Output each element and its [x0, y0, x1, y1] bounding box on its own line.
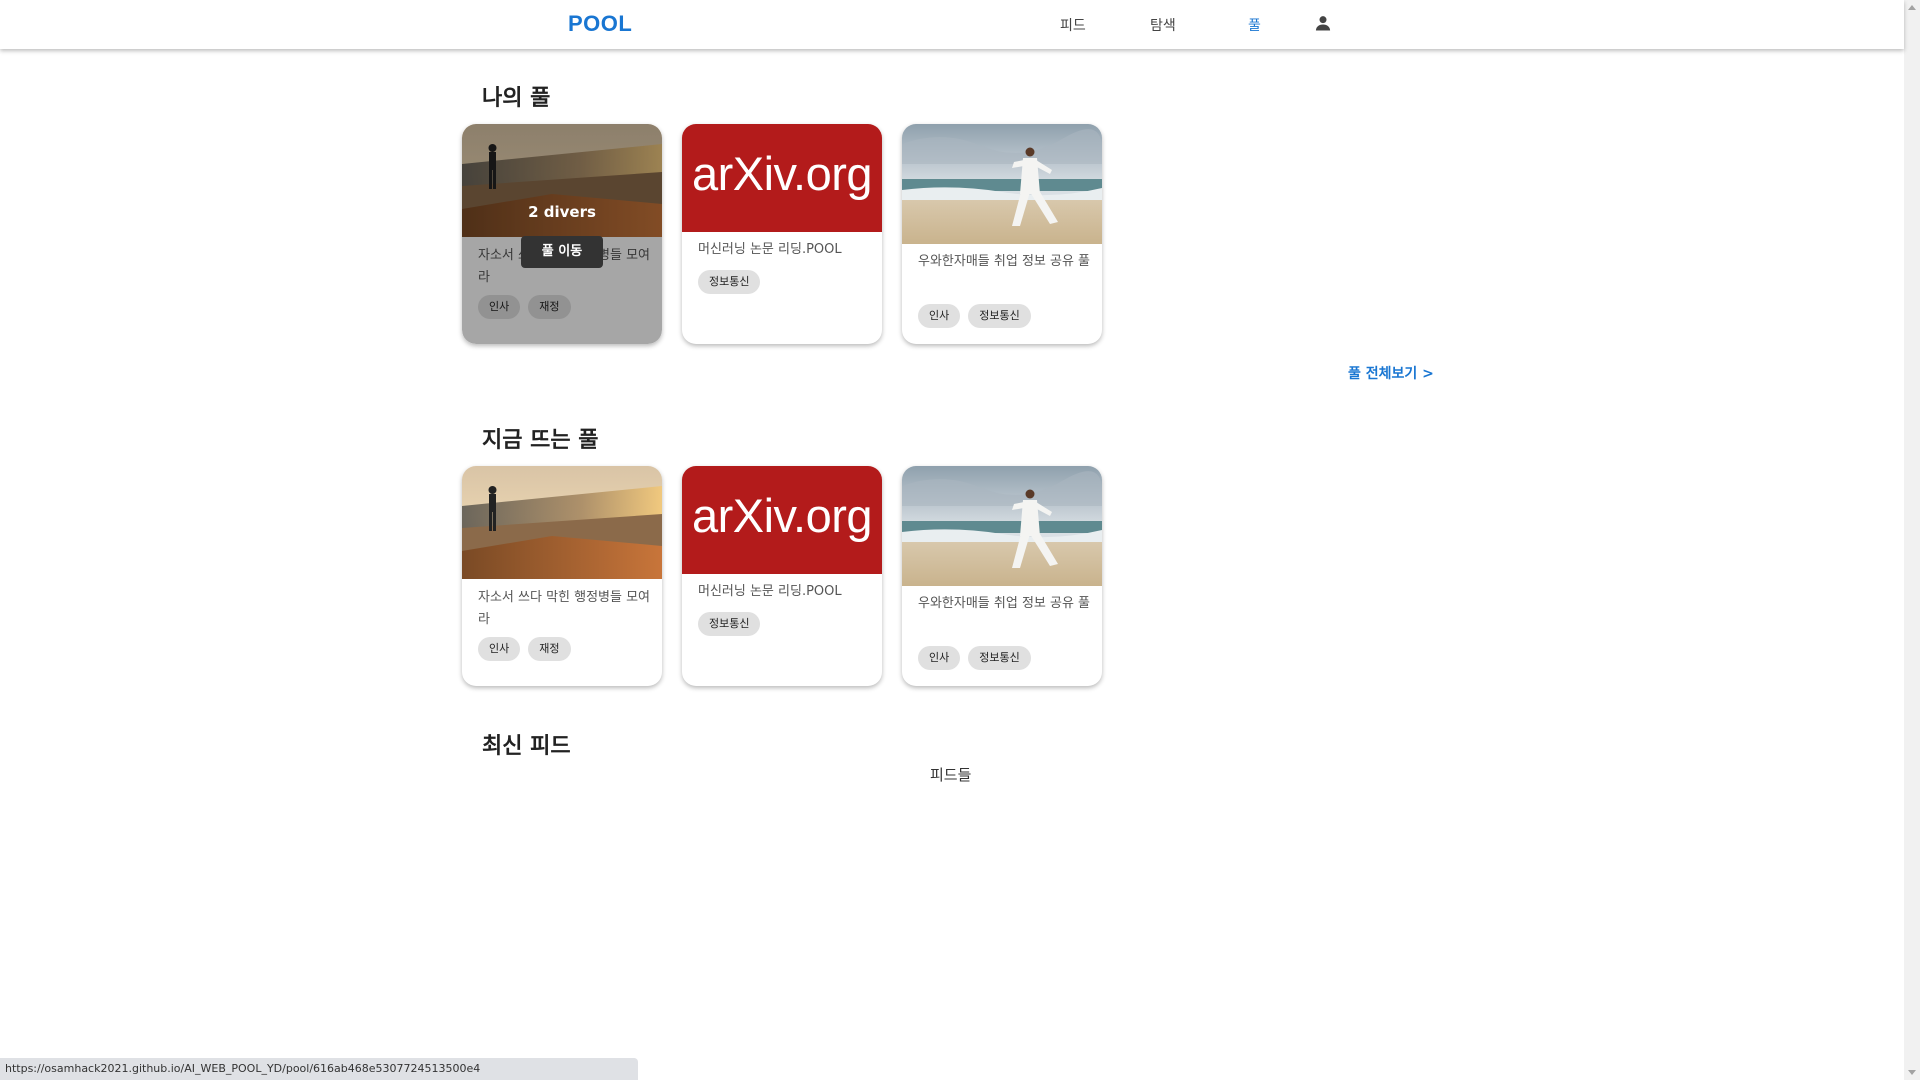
feed-placeholder-text: 피드들: [930, 766, 972, 784]
see-all-pools-link[interactable]: 풀 전체보기 >: [1348, 363, 1434, 383]
pool-move-button[interactable]: 풀 이동: [521, 236, 603, 268]
beach-taichi-photo: [902, 124, 1102, 244]
pool-card-tags: 정보통신: [698, 612, 761, 636]
pool-logo[interactable]: POOL: [568, 11, 632, 37]
pool-card[interactable]: arXiv.org 머신러닝 논문 리딩.POOL 정보통신: [682, 466, 882, 686]
pool-card-tags: 인사 정보통신: [918, 646, 1031, 670]
top-app-bar: POOL 피드 탐색 풀: [0, 0, 1904, 49]
pool-card-title: 머신러닝 논문 리딩.POOL: [698, 242, 842, 257]
pool-card[interactable]: 자소서 쓰다 막힌 행정병들 모여라 인사 재정 2 divers 풀 이동: [462, 124, 662, 344]
tag-chip[interactable]: 정보통신: [968, 646, 1031, 670]
tag-chip[interactable]: 인사: [478, 637, 521, 661]
pool-card-tags: 인사 정보통신: [918, 304, 1031, 328]
nav-feed[interactable]: 피드: [1060, 15, 1086, 35]
link-status-bar: https://osamhack2021.github.io/AI_WEB_PO…: [0, 1058, 638, 1080]
arxiv-logo-text: arXiv.org: [691, 489, 873, 542]
pool-card[interactable]: 우와한자매들 취업 정보 공유 풀 인사 정보통신: [902, 466, 1102, 686]
pool-card-tags: 인사 재정: [478, 637, 571, 661]
pool-card[interactable]: arXiv.org 머신러닝 논문 리딩.POOL 정보통신: [682, 124, 882, 344]
person-icon[interactable]: [1313, 13, 1333, 33]
pool-card[interactable]: 자소서 쓰다 막힌 행정병들 모여라 인사 재정: [462, 466, 662, 686]
beach-taichi-photo: [902, 466, 1102, 586]
arxiv-logo-text: arXiv.org: [691, 147, 873, 200]
tag-chip[interactable]: 인사: [918, 304, 961, 328]
vertical-scrollbar[interactable]: [1904, 0, 1920, 1080]
scroll-down-arrow-icon[interactable]: [1908, 1070, 1916, 1075]
arxiv-logo: arXiv.org: [682, 124, 882, 232]
nav-pool[interactable]: 풀: [1248, 15, 1261, 35]
pool-card-title: 우와한자매들 취업 정보 공유 풀: [918, 254, 1091, 269]
tag-chip[interactable]: 정보통신: [698, 270, 761, 294]
coastline-sunset-photo: [462, 466, 662, 579]
trending-pools-title: 지금 뜨는 풀: [482, 428, 599, 453]
hover-overlay: [462, 124, 662, 344]
tag-chip[interactable]: 인사: [918, 646, 961, 670]
tag-chip[interactable]: 정보통신: [698, 612, 761, 636]
pool-card-title: 우와한자매들 취업 정보 공유 풀: [918, 596, 1091, 611]
nav-explore[interactable]: 탐색: [1150, 15, 1176, 35]
pool-card[interactable]: 우와한자매들 취업 정보 공유 풀 인사 정보통신: [902, 124, 1102, 344]
tag-chip[interactable]: 정보통신: [968, 304, 1031, 328]
scroll-up-arrow-icon[interactable]: [1908, 5, 1916, 10]
pool-card-title: 자소서 쓰다 막힌 행정병들 모여라: [478, 590, 651, 627]
arxiv-logo: arXiv.org: [682, 466, 882, 574]
tag-chip[interactable]: 재정: [528, 637, 571, 661]
latest-feed-title: 최신 피드: [482, 734, 571, 759]
divers-count: 2 divers: [528, 203, 596, 221]
pool-card-tags: 정보통신: [698, 270, 761, 294]
pool-card-title: 머신러닝 논문 리딩.POOL: [698, 584, 842, 599]
my-pools-title: 나의 풀: [482, 86, 551, 111]
